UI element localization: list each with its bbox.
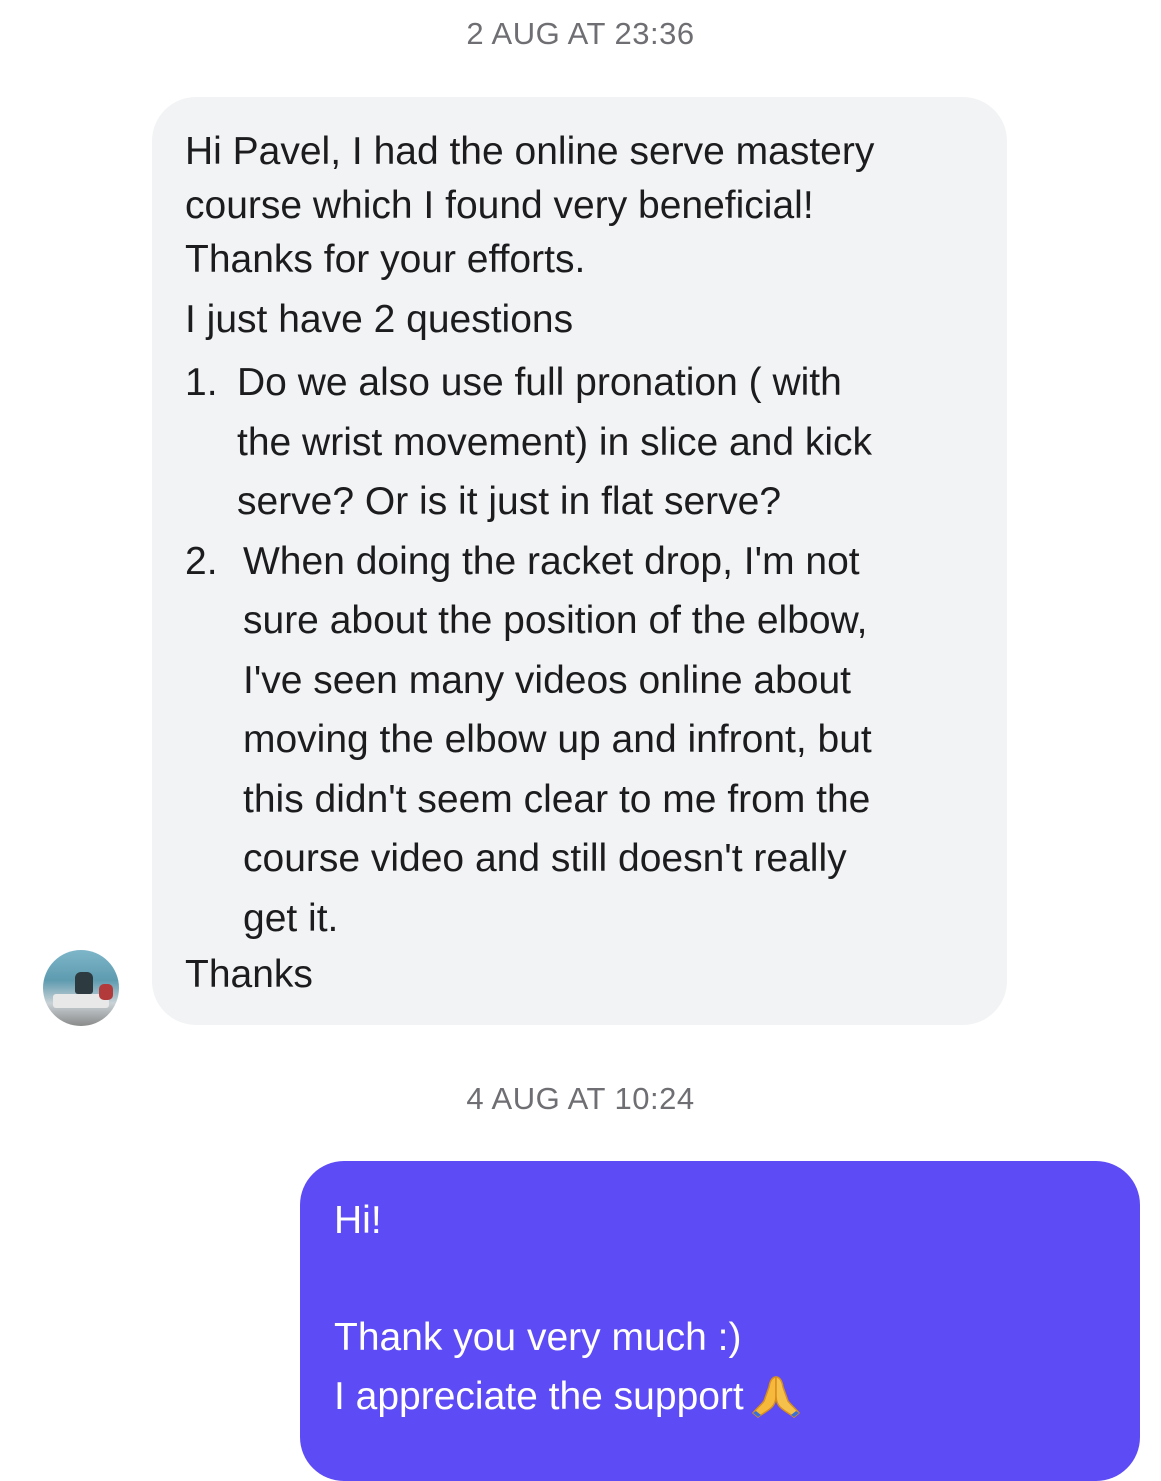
avatar[interactable] xyxy=(43,950,119,1026)
list-item-number: 2. xyxy=(185,539,218,583)
message-line: Hi Pavel, I had the online serve mastery xyxy=(185,130,875,173)
message-line: Thanks for your efforts. xyxy=(185,238,586,281)
folded-hands-icon xyxy=(750,1371,802,1436)
incoming-message-bubble[interactable]: Hi Pavel, I had the online serve mastery… xyxy=(152,97,1007,1025)
question-list: 1. Do we also use full pronation ( with … xyxy=(185,353,977,948)
list-item: 2. When doing the racket drop, I'm not s… xyxy=(185,532,977,949)
message-line-with-emoji: I appreciate the support xyxy=(334,1367,1106,1436)
message-line: I appreciate the support xyxy=(334,1375,744,1418)
list-item-text: When doing the racket drop, I'm not sure… xyxy=(243,539,872,940)
list-item: 1. Do we also use full pronation ( with … xyxy=(185,353,977,532)
message-line: Thank you very much :) xyxy=(334,1316,742,1359)
list-item-text: Do we also use full pronation ( with the… xyxy=(237,361,873,523)
timestamp: 2 AUG AT 23:36 xyxy=(466,16,695,51)
list-item-number: 1. xyxy=(185,361,218,404)
message-line: Hi! xyxy=(334,1199,382,1242)
message-closing: Thanks xyxy=(185,953,313,996)
message-line: course which I found very beneficial! xyxy=(185,184,814,227)
timestamp: 4 AUG AT 10:24 xyxy=(466,1081,695,1116)
outgoing-message-bubble[interactable]: Hi! Thank you very much :) I appreciate … xyxy=(300,1161,1140,1481)
message-line: I just have 2 questions xyxy=(185,298,574,341)
